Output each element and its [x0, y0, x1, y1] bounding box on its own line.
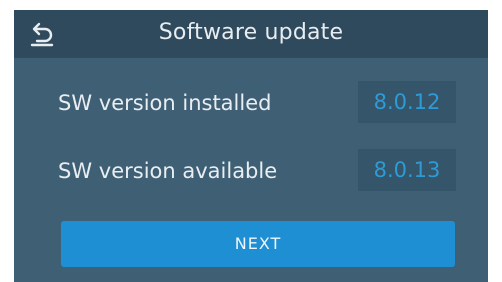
sw-version-available-value: 8.0.13	[358, 149, 456, 191]
next-button[interactable]: NEXT	[61, 221, 455, 267]
software-update-screen: Software update SW version installed 8.0…	[14, 10, 488, 282]
page-title: Software update	[158, 20, 344, 45]
sw-version-installed-label: SW version installed	[58, 91, 272, 115]
sw-version-available-row: SW version available 8.0.13	[58, 149, 458, 193]
sw-version-installed-row: SW version installed 8.0.12	[58, 81, 458, 125]
header-bar: Software update	[14, 10, 488, 58]
sw-version-installed-value: 8.0.12	[358, 81, 456, 123]
sw-version-available-label: SW version available	[58, 159, 278, 183]
